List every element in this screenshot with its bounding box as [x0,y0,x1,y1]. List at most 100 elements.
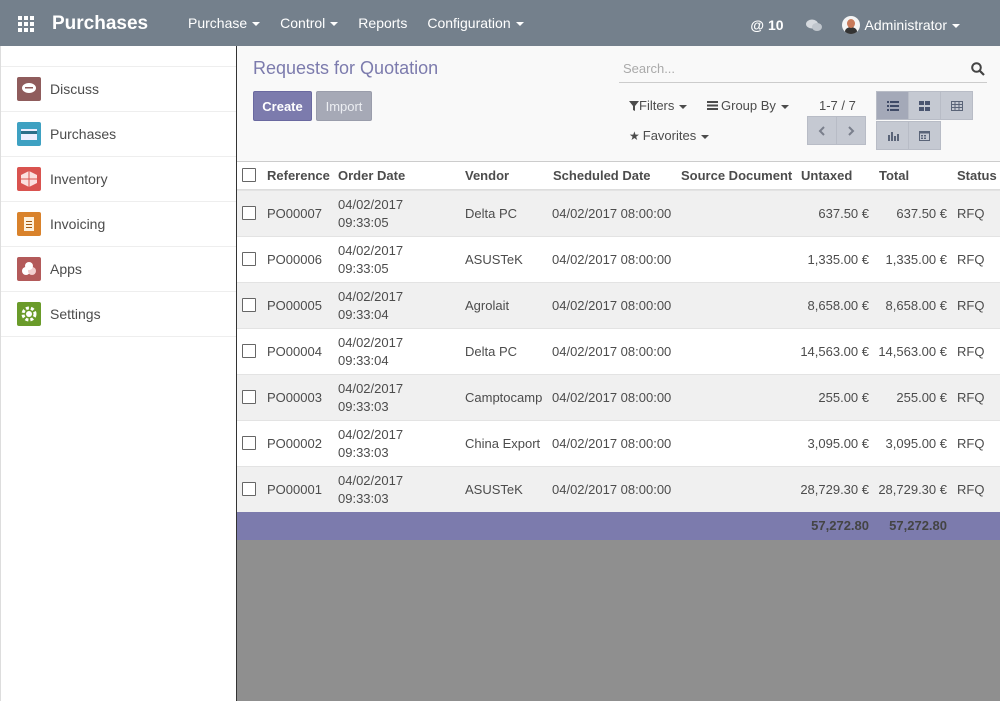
sidebar-label: Inventory [50,171,108,187]
menu-configuration[interactable]: Configuration [417,15,533,31]
app-switcher-icon[interactable] [18,16,36,32]
table-header: Reference Order Date Vendor Scheduled Da… [237,162,1000,190]
table-row[interactable]: PO00004 04/02/2017 09:33:04 Delta PC 04/02/2… [237,328,1000,374]
cell-order-time: 09:33:04 [338,353,389,368]
column-reference[interactable]: Reference [267,168,330,183]
user-menu[interactable]: Administrator [865,17,960,33]
cell-untaxed: 1,335.00 € [807,252,869,267]
row-checkbox[interactable] [242,252,256,266]
column-scheduled-date[interactable]: Scheduled Date [553,168,651,183]
search-icon[interactable] [971,62,985,76]
row-checkbox[interactable] [242,436,256,450]
cell-scheduled-date: 04/02/2017 08:00:00 [552,390,672,405]
chevron-right-icon [848,125,855,136]
search-bar [619,58,987,83]
cell-reference: PO00007 [267,206,322,221]
row-checkbox[interactable] [242,206,256,220]
cell-total: 14,563.00 € [878,344,947,359]
sidebar-item-invoicing[interactable]: Invoicing [1,202,236,247]
filters-dropdown[interactable]: Filters [629,98,688,113]
purchases-icon [17,122,41,146]
menu-reports[interactable]: Reports [348,15,417,31]
cell-order-time: 09:33:03 [338,491,389,506]
cell-scheduled-date: 04/02/2017 08:00:00 [552,482,672,497]
mentions-counter[interactable]: @ 10 [750,17,783,33]
graph-view-button[interactable] [876,121,909,150]
cell-reference: PO00006 [267,252,322,267]
favorites-dropdown[interactable]: ★ Favorites [629,128,710,143]
menu-purchase[interactable]: Purchase [178,15,270,31]
bar-chart-icon [887,131,899,141]
cell-order-time: 09:33:03 [338,445,389,460]
kanban-view-button[interactable] [908,91,941,120]
invoicing-icon [17,212,41,236]
cell-untaxed: 14,563.00 € [800,344,869,359]
sidebar-label: Discuss [50,81,100,97]
pager-next-button[interactable] [836,116,866,145]
search-input[interactable] [623,61,953,76]
cell-status: RFQ [957,206,985,221]
column-source-document[interactable]: Source Document [681,168,792,183]
sidebar-label: Settings [50,306,101,322]
cell-order-date: 04/02/2017 [338,289,404,304]
row-checkbox[interactable] [242,390,256,404]
row-checkbox[interactable] [242,482,256,496]
sidebar-item-inventory[interactable]: Inventory [1,157,236,202]
column-untaxed[interactable]: Untaxed [801,168,852,183]
list-view-icon [886,100,899,111]
cell-vendor: Delta PC [465,206,518,221]
column-vendor[interactable]: Vendor [465,168,509,183]
group-by-icon [707,101,718,110]
kanban-view-icon [919,100,930,111]
pager-value: 1-7 / 7 [819,98,856,113]
sidebar-item-discuss[interactable]: Discuss [1,67,236,112]
pager-previous-button[interactable] [807,116,837,145]
cell-untaxed: 3,095.00 € [807,436,869,451]
column-total[interactable]: Total [879,168,909,183]
list-view-button[interactable] [876,91,909,120]
page-title: Requests for Quotation [253,58,439,78]
cell-reference: PO00003 [267,390,322,405]
import-button[interactable]: Import [316,91,372,121]
sidebar-item-settings[interactable]: Settings [1,292,236,337]
systray: @ 10 Administrator [750,16,960,34]
untaxed-total: 57,272.80 [811,518,869,533]
table-row[interactable]: PO00003 04/02/2017 09:33:03 Camptocamp 04/02… [237,374,1000,420]
filter-icon [629,101,639,111]
top-navbar: Purchases Purchase Control Reports Confi… [0,0,1000,46]
cell-reference: PO00001 [267,482,322,497]
table-row[interactable]: PO00007 04/02/2017 09:33:05 Delta PC 04/02/2… [237,190,1000,236]
main-content: Requests for Quotation Create Import Fil… [237,46,1000,701]
grand-total: 57,272.80 [889,518,947,533]
table-body: PO00007 04/02/2017 09:33:05 Delta PC 04/02/2… [237,190,1000,512]
cell-untaxed: 28,729.30 € [800,482,869,497]
column-status[interactable]: Status [957,168,997,183]
chat-icon[interactable] [805,19,822,31]
discuss-icon [17,77,41,101]
calendar-icon [919,131,930,141]
cell-vendor: ASUSTeK [465,482,523,497]
sidebar-item-purchases[interactable]: Purchases [1,112,236,157]
cell-scheduled-date: 04/02/2017 08:00:00 [552,252,672,267]
table-row[interactable]: PO00005 04/02/2017 09:33:04 Agrolait 04/02/2… [237,282,1000,328]
cell-reference: PO00002 [267,436,322,451]
cell-order-date: 04/02/2017 [338,473,404,488]
menu-control[interactable]: Control [270,15,348,31]
column-order-date[interactable]: Order Date [338,168,405,183]
groupby-dropdown[interactable]: Group By [707,98,789,113]
sidebar-label: Invoicing [50,216,106,232]
row-checkbox[interactable] [242,298,256,312]
cell-vendor: Agrolait [465,298,510,313]
calendar-view-button[interactable] [908,121,941,150]
select-all-checkbox[interactable] [242,168,256,182]
table-row[interactable]: PO00001 04/02/2017 09:33:03 ASUSTeK 04/02/20… [237,466,1000,512]
table-row[interactable]: PO00006 04/02/2017 09:33:05 ASUSTeK 04/02/20… [237,236,1000,282]
pivot-view-button[interactable] [940,91,973,120]
table-row[interactable]: PO00002 04/02/2017 09:33:03 China Export 04/… [237,420,1000,466]
row-checkbox[interactable] [242,344,256,358]
sidebar-item-apps[interactable]: Apps [1,247,236,292]
cell-total: 8,658.00 € [885,298,947,313]
create-button[interactable]: Create [253,91,312,121]
cell-vendor: Delta PC [465,344,518,359]
user-avatar[interactable] [841,16,860,34]
